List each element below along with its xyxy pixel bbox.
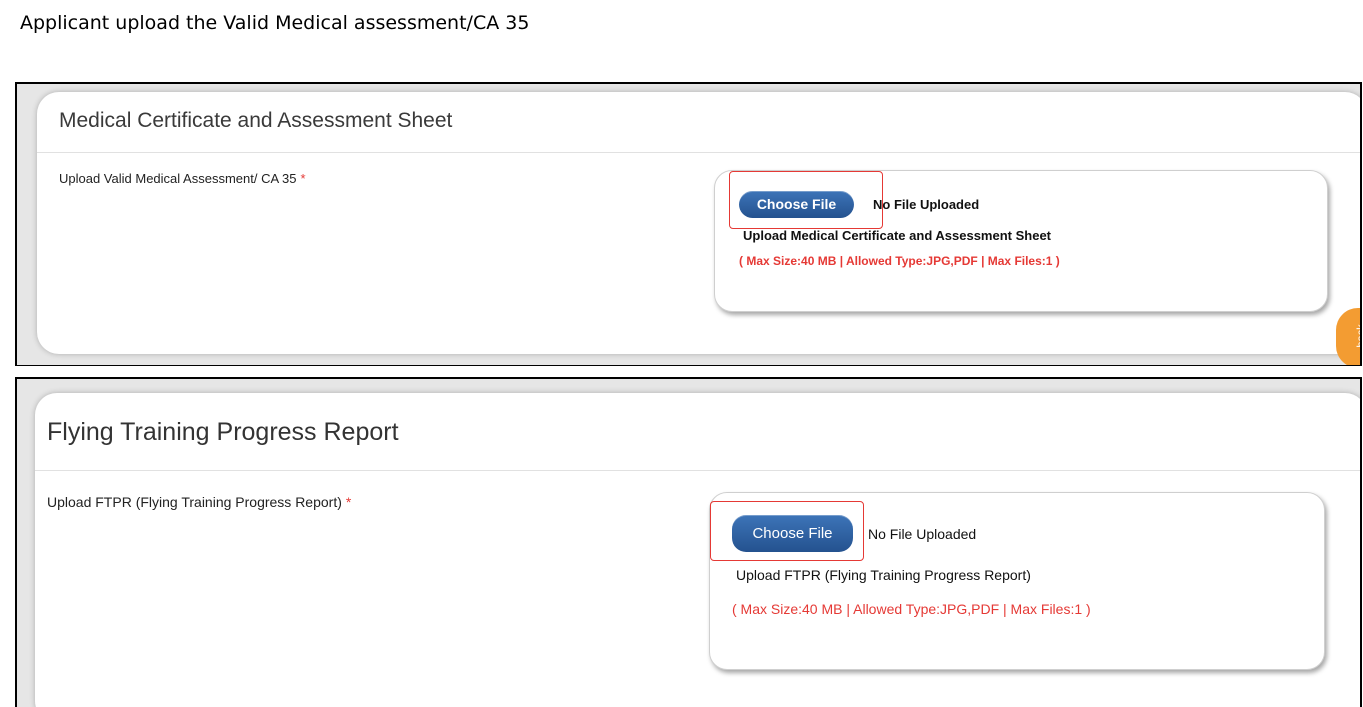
choose-file-button[interactable]: Choose File (739, 191, 854, 218)
ftpr-card: Flying Training Progress Report Upload F… (35, 393, 1360, 707)
upload-rules: ( Max Size:40 MB | Allowed Type:JPG,PDF … (739, 254, 1060, 268)
section-title: Medical Certificate and Assessment Sheet (59, 109, 453, 132)
medical-certificate-card: Medical Certificate and Assessment Sheet… (37, 92, 1360, 354)
field-label: Upload FTPR (Flying Training Progress Re… (47, 494, 351, 510)
upload-box: Choose File No File Uploaded Upload Medi… (714, 170, 1328, 312)
medical-certificate-screenshot: Medical Certificate and Assessment Sheet… (15, 82, 1362, 366)
card-header: Flying Training Progress Report (35, 393, 1360, 471)
upload-box: Choose File No File Uploaded Upload FTPR… (709, 492, 1325, 670)
section-title: Flying Training Progress Report (47, 418, 399, 446)
file-status: No File Uploaded (868, 526, 977, 542)
side-feedback-tab[interactable]: back (1336, 308, 1362, 365)
required-marker: * (300, 171, 306, 186)
choose-file-button[interactable]: Choose File (732, 515, 853, 552)
side-tab-label: back (1355, 324, 1362, 348)
file-status: No File Uploaded (873, 197, 980, 212)
field-label-text: Upload FTPR (Flying Training Progress Re… (47, 494, 342, 510)
upload-description: Upload Medical Certificate and Assessmen… (743, 228, 1052, 243)
upload-rules: ( Max Size:40 MB | Allowed Type:JPG,PDF … (732, 601, 1091, 617)
card-header: Medical Certificate and Assessment Sheet (37, 92, 1360, 153)
upload-description: Upload FTPR (Flying Training Progress Re… (736, 567, 1031, 583)
ftpr-screenshot: Flying Training Progress Report Upload F… (15, 377, 1362, 707)
document-caption: Applicant upload the Valid Medical asses… (20, 12, 530, 34)
required-marker: * (345, 494, 352, 510)
field-label-text: Upload Valid Medical Assessment/ CA 35 (59, 171, 297, 186)
field-label: Upload Valid Medical Assessment/ CA 35 * (59, 171, 306, 186)
